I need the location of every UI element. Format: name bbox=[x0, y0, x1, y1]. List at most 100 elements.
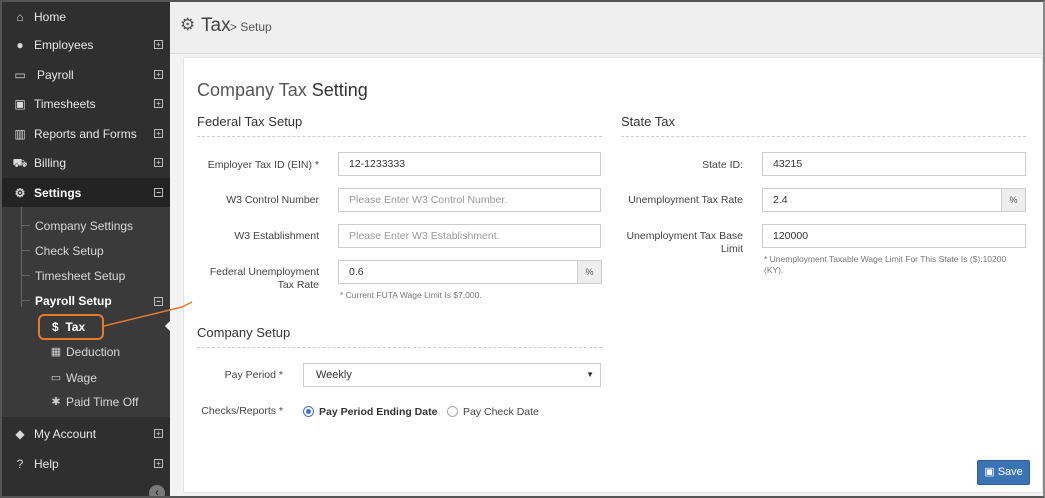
tags-icon: ◆ bbox=[15, 426, 25, 441]
collapse-sidebar-icon[interactable]: ‹ bbox=[149, 485, 165, 496]
sidebar-item-label: Payroll bbox=[37, 67, 74, 82]
sidebar-item-label: Deduction bbox=[66, 345, 121, 359]
sidebar-item-my-account[interactable]: ◆ My Account + bbox=[2, 419, 170, 448]
expand-icon[interactable]: + bbox=[154, 429, 163, 438]
sidebar-item-paid-time-off[interactable]: ✱ Paid Time Off bbox=[2, 390, 170, 414]
ein-label: Employer Tax ID (EIN) * bbox=[207, 159, 319, 171]
question-icon: ? bbox=[16, 456, 24, 471]
save-button[interactable]: ▣ Save bbox=[977, 460, 1030, 485]
sidebar-item-reports[interactable]: ▥ Reports and Forms + bbox=[2, 119, 170, 148]
tree-tick bbox=[21, 225, 30, 226]
percent-addon: % bbox=[577, 260, 602, 284]
pay-period-value: Weekly bbox=[316, 369, 352, 381]
bar-chart-icon: ▥ bbox=[14, 126, 26, 141]
monitor-icon: ▭ bbox=[14, 67, 26, 82]
w3-establishment-input[interactable]: Please Enter W3 Establishment. bbox=[338, 224, 601, 248]
radio-pay-period-ending-date[interactable] bbox=[303, 406, 314, 417]
expand-icon[interactable]: + bbox=[154, 40, 163, 49]
sidebar-item-label: Timesheet Setup bbox=[35, 269, 126, 283]
state-id-input[interactable]: 43215 bbox=[762, 152, 1026, 176]
sidebar-item-wage[interactable]: ▭ Wage bbox=[2, 366, 170, 390]
futa-help-text: * Current FUTA Wage Limit Is $7,000. bbox=[340, 290, 482, 300]
sidebar-item-company-settings[interactable]: Company Settings bbox=[2, 214, 170, 238]
state-id-label: State ID: bbox=[702, 159, 743, 171]
tax-base-input[interactable]: 120000 bbox=[762, 224, 1026, 248]
sidebar-item-label: Wage bbox=[66, 371, 97, 385]
sidebar-item-employees[interactable]: ● Employees + bbox=[2, 30, 170, 59]
money-icon: ▭ bbox=[50, 372, 62, 384]
gift-icon: ✱ bbox=[51, 396, 61, 408]
tree-tick bbox=[21, 275, 30, 276]
futa-rate-input[interactable]: 0.6 bbox=[338, 260, 578, 284]
expand-icon[interactable]: + bbox=[154, 129, 163, 138]
tree-tick bbox=[21, 250, 30, 251]
sidebar-item-timesheets[interactable]: ▣ Timesheets + bbox=[2, 89, 170, 118]
expand-icon[interactable]: + bbox=[154, 70, 163, 79]
expand-icon[interactable]: + bbox=[154, 459, 163, 468]
sidebar-item-billing[interactable]: ⛟ Billing + bbox=[2, 148, 170, 177]
divider bbox=[197, 347, 602, 348]
radio-pay-check-date[interactable] bbox=[447, 406, 458, 417]
expand-icon[interactable]: + bbox=[154, 158, 163, 167]
pay-period-select[interactable]: Weekly ▼ bbox=[303, 363, 601, 387]
sidebar-item-check-setup[interactable]: Check Setup bbox=[2, 239, 170, 263]
tax-base-help-text: * Unemployment Taxable Wage Limit For Th… bbox=[764, 254, 1006, 276]
sidebar-item-label: Company Settings bbox=[35, 219, 134, 233]
radio-label-pay-period-ending-date[interactable]: Pay Period Ending Date bbox=[319, 406, 437, 418]
state-section-title: State Tax bbox=[621, 114, 675, 129]
sidebar-item-help[interactable]: ? Help + bbox=[2, 449, 170, 478]
sidebar-item-label: Settings bbox=[34, 185, 82, 200]
sidebar-item-label: Employees bbox=[34, 37, 94, 52]
tax-annotation-highlight bbox=[38, 314, 104, 340]
sidebar-item-timesheet-setup[interactable]: Timesheet Setup bbox=[2, 264, 170, 288]
floppy-icon: ▣ bbox=[984, 466, 995, 478]
unemployment-rate-label: Unemployment Tax Rate bbox=[628, 194, 743, 206]
gear-icon: ⚙ bbox=[180, 15, 196, 34]
tax-base-label-line2: Limit bbox=[720, 243, 743, 255]
tax-base-label-line1: Unemployment Tax Base bbox=[626, 230, 743, 242]
sidebar-item-payroll[interactable]: ▭ Payroll + bbox=[2, 60, 170, 89]
tree-tick bbox=[21, 300, 30, 301]
sidebar-item-deduction[interactable]: ▦ Deduction bbox=[2, 340, 170, 364]
company-section-title: Company Setup bbox=[197, 325, 291, 340]
home-icon: ⌂ bbox=[16, 9, 24, 24]
deduction-icon: ▦ bbox=[50, 346, 62, 358]
tax-base-label: Unemployment Tax Base Limit bbox=[617, 230, 743, 256]
ein-input[interactable]: 12-1233333 bbox=[338, 152, 601, 176]
percent-addon: % bbox=[1001, 188, 1026, 212]
radio-label-pay-check-date[interactable]: Pay Check Date bbox=[463, 406, 539, 418]
tax-base-help-line2: (KY). bbox=[764, 265, 784, 275]
breadcrumb: > Setup bbox=[230, 20, 272, 34]
w3-establishment-label: W3 Establishment bbox=[234, 230, 319, 242]
futa-label: Federal Unemployment Tax Rate bbox=[192, 266, 319, 292]
sidebar-item-settings[interactable]: ⚙ Settings − bbox=[2, 178, 170, 207]
collapse-icon[interactable]: − bbox=[154, 296, 163, 306]
cart-icon: ⛟ bbox=[12, 155, 28, 170]
futa-label-line2: Tax Rate bbox=[277, 279, 319, 291]
sidebar-item-label: Paid Time Off bbox=[66, 395, 139, 409]
save-label: Save bbox=[997, 466, 1023, 478]
unemployment-rate-input[interactable]: 2.4 bbox=[762, 188, 1002, 212]
sidebar-item-label: Help bbox=[34, 456, 59, 471]
sidebar-item-label: Billing bbox=[34, 155, 67, 170]
page-header: ⚙ Tax > Setup bbox=[170, 2, 1043, 54]
sidebar-item-label: Payroll Setup bbox=[35, 294, 112, 308]
page-title: Tax bbox=[201, 15, 231, 36]
expand-icon[interactable]: + bbox=[154, 99, 163, 108]
dropdown-arrow-icon: ▼ bbox=[586, 370, 594, 379]
heading-bold: Setting bbox=[311, 80, 368, 100]
w3-control-label: W3 Control Number bbox=[226, 194, 319, 206]
checks-reports-label: Checks/Reports * bbox=[201, 405, 283, 417]
divider bbox=[621, 136, 1026, 137]
collapse-icon[interactable]: − bbox=[154, 188, 163, 197]
sidebar-item-label: My Account bbox=[34, 426, 97, 441]
sidebar: ⌂ Home ● Employees + ▭ Payroll + ▣ Times… bbox=[2, 2, 171, 496]
pay-period-label: Pay Period * bbox=[224, 369, 283, 381]
user-icon: ● bbox=[16, 37, 24, 52]
sidebar-item-payroll-setup[interactable]: Payroll Setup − bbox=[2, 289, 170, 313]
w3-control-input[interactable]: Please Enter W3 Control Number. bbox=[338, 188, 601, 212]
sidebar-item-home[interactable]: ⌂ Home bbox=[2, 2, 170, 31]
inbox-icon: ▣ bbox=[14, 96, 26, 111]
sidebar-item-label: Home bbox=[34, 9, 67, 24]
sidebar-item-label: Timesheets bbox=[34, 96, 96, 111]
